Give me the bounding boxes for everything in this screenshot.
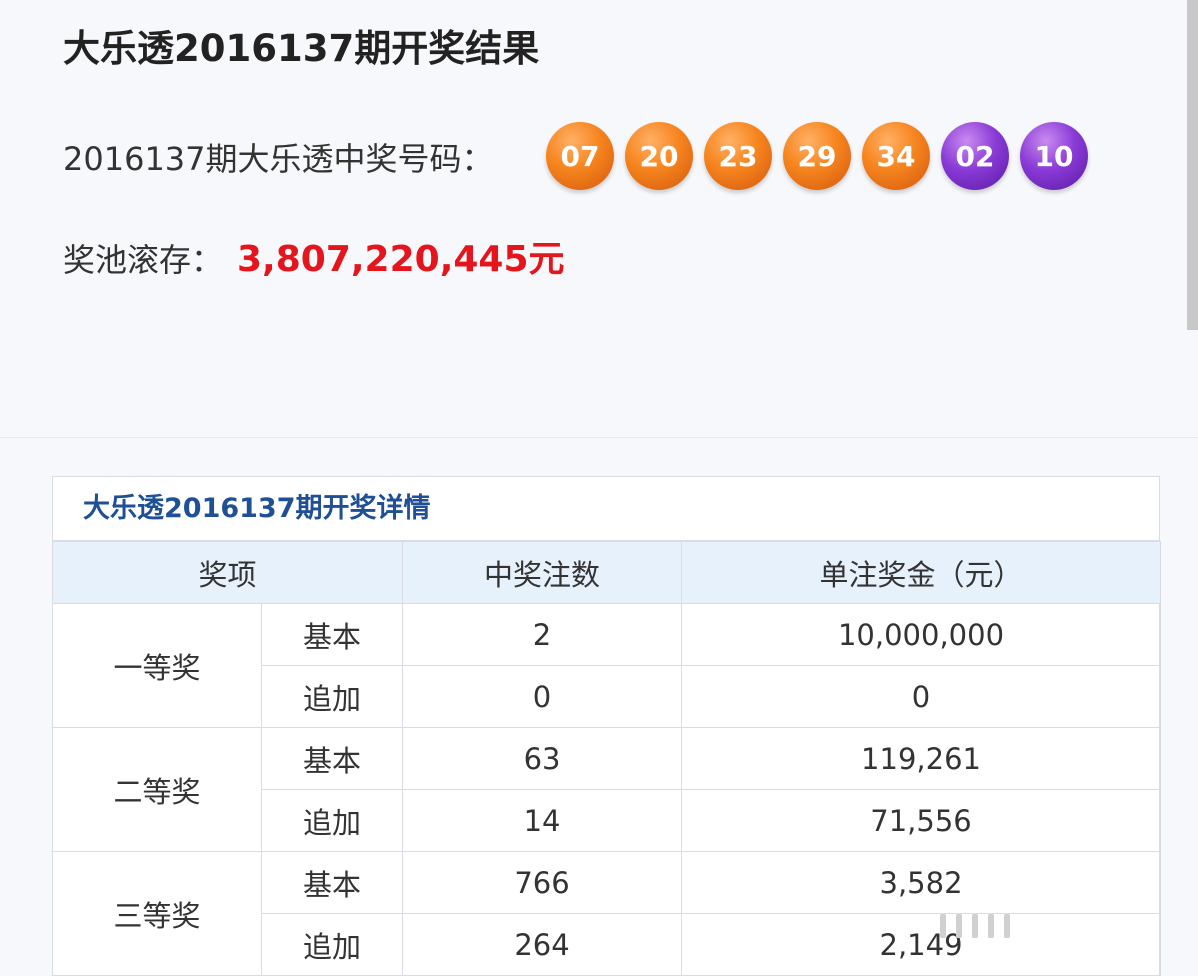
draw-details-panel: 大乐透2016137期开奖详情 奖项 中奖注数 单注奖金（元） 一等奖 基本 2… [51, 476, 1162, 976]
prize-amount-cell: 10,000,000 [681, 603, 1162, 666]
winner-count-cell: 14 [402, 789, 683, 852]
column-header-prize: 奖项 [51, 541, 404, 604]
bet-type-cell: 追加 [260, 789, 404, 852]
winner-count-cell: 2 [402, 603, 683, 666]
back-ball: 10 [1020, 122, 1088, 190]
draw-result-section: 大乐透2016137期开奖结果 2016137期大乐透中奖号码： 07 20 2… [0, 0, 1198, 438]
column-header-amount: 单注奖金（元） [681, 541, 1162, 604]
column-header-count: 中奖注数 [402, 541, 683, 604]
back-ball: 02 [941, 122, 1009, 190]
front-ball: 29 [783, 122, 851, 190]
bet-type-cell: 基本 [260, 851, 404, 914]
prize-level-cell: 三等奖 [52, 851, 262, 976]
prize-level-cell: 一等奖 [52, 603, 262, 728]
bet-type-cell: 追加 [260, 665, 404, 728]
table-header-row: 奖项 中奖注数 单注奖金（元） [51, 541, 1162, 604]
front-ball: 07 [546, 122, 614, 190]
page-title: 大乐透2016137期开奖结果 [63, 27, 540, 70]
bet-type-cell: 追加 [260, 913, 404, 976]
winning-numbers-label: 2016137期大乐透中奖号码： [63, 140, 494, 178]
table-row: 三等奖 基本 766 3,582 [52, 851, 1162, 976]
jackpot-pool-label: 奖池滚存： [63, 241, 224, 279]
scrollbar[interactable] [1187, 0, 1198, 330]
details-title: 大乐透2016137期开奖详情 [53, 477, 1159, 541]
front-ball: 20 [625, 122, 693, 190]
toolbar-icon[interactable] [1004, 914, 1010, 938]
front-ball: 34 [862, 122, 930, 190]
winner-count-cell: 0 [402, 665, 683, 728]
front-ball: 23 [704, 122, 772, 190]
winner-count-cell: 766 [402, 851, 683, 914]
table-row: 一等奖 基本 2 10,000,000 [52, 603, 1162, 728]
table-row: 二等奖 基本 63 119,261 [52, 727, 1162, 852]
prize-amount-cell: 71,556 [681, 789, 1162, 852]
toolbar-icon[interactable] [988, 914, 994, 938]
bet-type-cell: 基本 [260, 603, 404, 666]
winner-count-cell: 264 [402, 913, 683, 976]
toolbar-icon[interactable] [972, 914, 978, 938]
toolbar-icon[interactable] [940, 914, 946, 938]
bottom-toolbar [940, 906, 1198, 946]
prize-amount-cell: 3,582 [681, 851, 1162, 914]
toolbar-icon[interactable] [956, 914, 962, 938]
prize-amount-cell: 119,261 [681, 727, 1162, 790]
prize-level-cell: 二等奖 [52, 727, 262, 852]
winner-count-cell: 63 [402, 727, 683, 790]
jackpot-pool-value: 3,807,220,445元 [237, 239, 565, 280]
prize-amount-cell: 0 [681, 665, 1162, 728]
bet-type-cell: 基本 [260, 727, 404, 790]
